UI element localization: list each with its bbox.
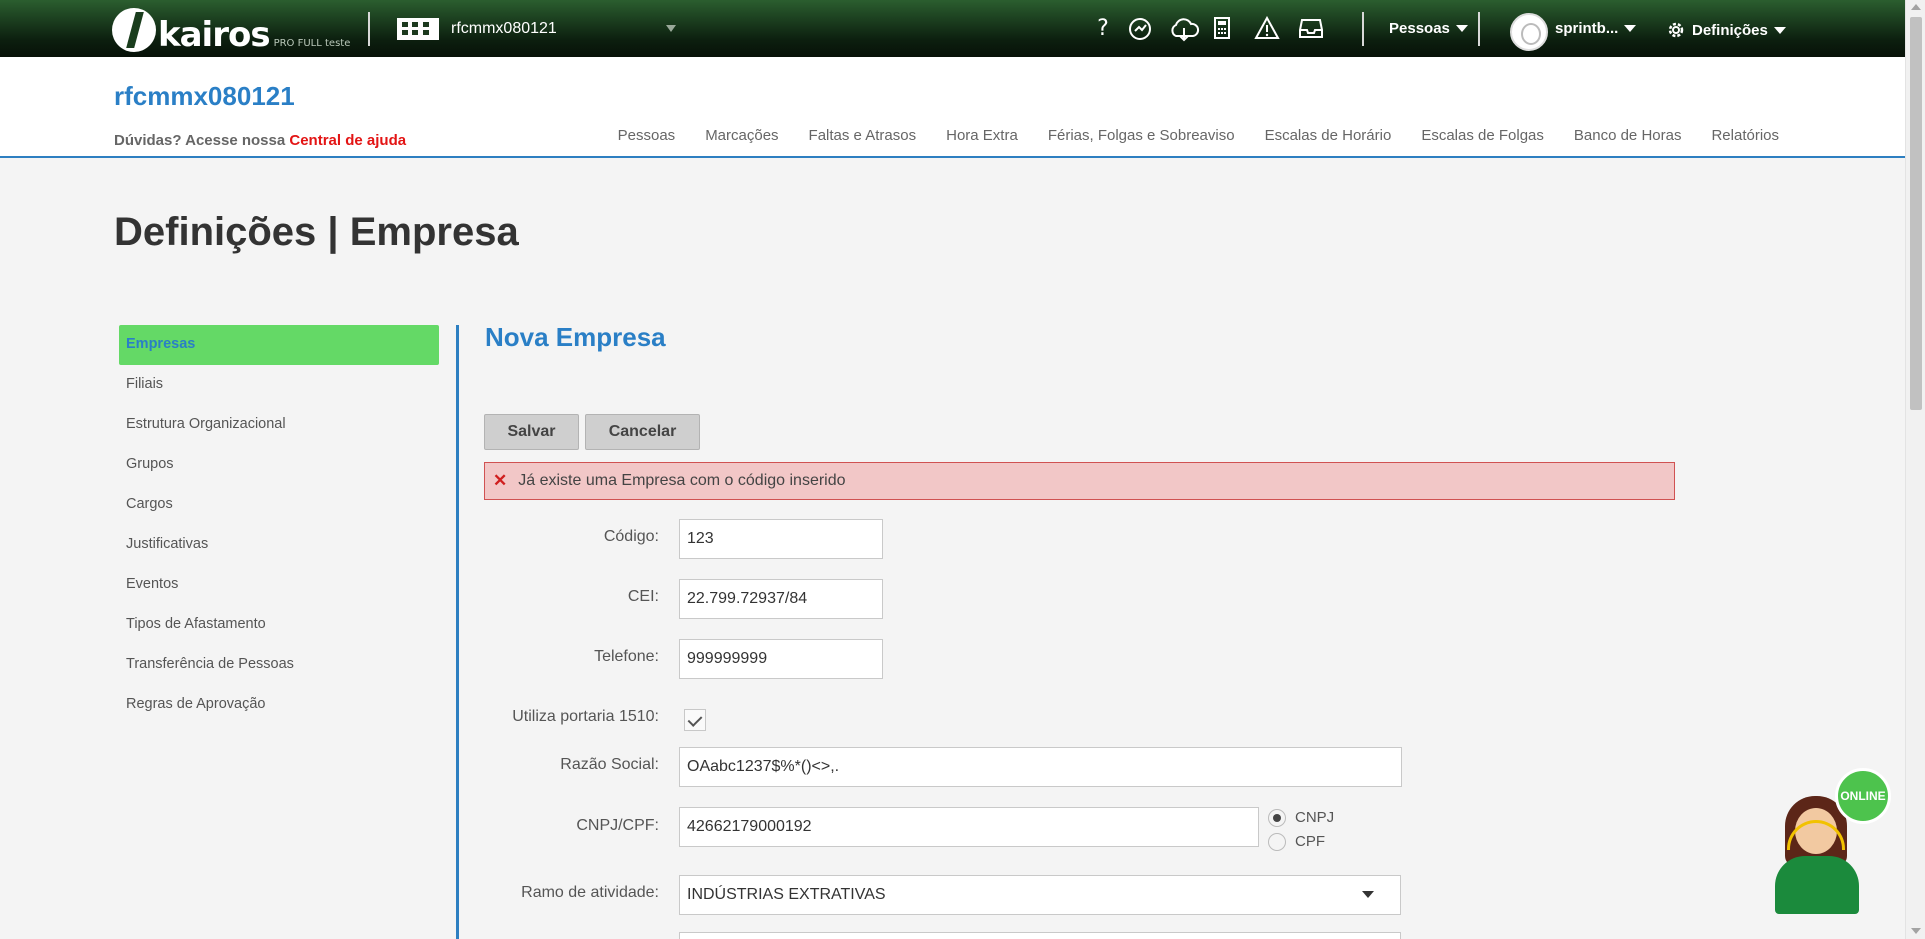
form-title: Nova Empresa [485,322,666,352]
cnpj-radio-label: CNPJ [1295,809,1335,826]
codigo-field[interactable]: 123 [679,519,883,559]
sidebar-item-estrutura-organizacional[interactable]: Estrutura Organizacional [119,405,439,445]
razao-social-label: Razão Social: [560,756,659,773]
portaria-label: Utiliza portaria 1510: [512,708,659,725]
telefone-field[interactable]: 999999999 [679,639,883,679]
topbar-separator [368,12,370,46]
help-prefix: Dúvidas? Acesse nossa [114,132,286,149]
logo-subtitle: PRO FULL teste [273,38,351,49]
online-badge: ONLINE [1835,768,1891,824]
chevron-down-icon [1773,26,1786,34]
sidebar-item-grupos[interactable]: Grupos [119,445,439,485]
nav-item-escalas-folgas[interactable]: Escalas de Folgas [1421,127,1544,144]
cnpj-cpf-label: CNPJ/CPF: [576,817,659,834]
avatar[interactable] [1510,13,1548,51]
site-header: rfcmmx080121 Dúvidas? Acesse nossa Centr… [0,57,1905,158]
logo-mark-icon [112,8,156,52]
settings-menu-label: Definições [1692,21,1768,39]
chevron-down-icon [1455,25,1468,32]
cloud-download-icon[interactable] [1168,16,1200,42]
online-chat-widget[interactable]: ONLINE [1765,768,1895,918]
topbar-separator [1362,12,1364,46]
telefone-label: Telefone: [594,648,659,665]
support-icon[interactable] [1125,16,1155,42]
warning-icon[interactable] [1252,15,1282,42]
cancel-button[interactable]: Cancelar [585,414,700,450]
page-title: Definições | Empresa [114,210,519,254]
page-scrollbar[interactable] [1905,0,1925,939]
company-dropdown-caret-icon[interactable] [666,25,676,32]
ramo-label: Ramo de atividade: [521,884,659,901]
help-center-link[interactable]: Central de ajuda [289,132,406,149]
sidebar-item-cargos[interactable]: Cargos [119,485,439,525]
sidebar-item-tipos-afastamento[interactable]: Tipos de Afastamento [119,605,439,645]
calculator-icon[interactable] [1207,16,1237,42]
inbox-icon[interactable] [1296,16,1326,42]
error-message: Já existe uma Empresa com o código inser… [518,472,846,489]
chevron-down-icon [1624,25,1637,32]
ramo-select[interactable]: INDÚSTRIAS EXTRATIVAS [679,875,1401,915]
cnpj-radio[interactable] [1268,809,1286,827]
codigo-label: Código: [603,528,659,545]
company-name: rfcmmx080121 [451,20,557,37]
user-menu[interactable]: sprintb... [1555,20,1637,37]
kairos-logo[interactable]: kairos PRO FULL teste [112,6,350,52]
main-nav: Pessoas Marcações Faltas e Atrasos Hora … [618,127,1779,144]
topbar-separator [1478,12,1480,46]
content-divider [456,325,459,939]
cpf-radio[interactable] [1268,833,1286,851]
chevron-down-icon [1362,891,1374,898]
logo-text: kairos [158,15,271,55]
agent-body [1775,856,1859,914]
gear-icon [1666,20,1686,40]
people-menu-label: Pessoas [1389,20,1450,37]
site-title[interactable]: rfcmmx080121 [114,81,295,112]
cpf-radio-label: CPF [1295,833,1325,850]
save-button[interactable]: Salvar [484,414,579,450]
people-menu[interactable]: Pessoas [1389,20,1468,37]
nav-item-banco-horas[interactable]: Banco de Horas [1574,127,1682,144]
help-icon[interactable]: ? [1088,16,1118,42]
settings-menu[interactable]: Definições [1666,20,1786,40]
nav-item-faltas-atrasos[interactable]: Faltas e Atrasos [809,127,917,144]
nav-item-escalas-horario[interactable]: Escalas de Horário [1265,127,1392,144]
nav-item-relatorios[interactable]: Relatórios [1711,127,1779,144]
error-icon: ✕ [493,471,508,490]
scroll-up-icon[interactable] [1911,4,1921,10]
portaria-checkbox[interactable] [684,709,706,731]
nav-item-ferias[interactable]: Férias, Folgas e Sobreaviso [1048,127,1235,144]
nav-item-marcacoes[interactable]: Marcações [705,127,778,144]
razao-social-field[interactable]: OAabc1237$%*()<>,. [679,747,1402,787]
scroll-down-icon[interactable] [1911,928,1921,934]
scrollbar-thumb[interactable] [1910,17,1922,410]
top-bar: kairos PRO FULL teste rfcmmx080121 ? Pes… [0,0,1905,57]
cnpj-cpf-field[interactable]: 42662179000192 [679,807,1259,847]
error-alert: ✕ Já existe uma Empresa com o código ins… [484,462,1675,500]
next-field-partial[interactable] [679,932,1401,939]
building-icon [397,18,439,40]
cei-field[interactable]: 22.799.72937/84 [679,579,883,619]
ramo-selected-value: INDÚSTRIAS EXTRATIVAS [687,886,886,903]
cei-label: CEI: [627,588,659,605]
company-selector[interactable]: rfcmmx080121 [397,18,557,40]
sidebar-item-filiais[interactable]: Filiais [119,365,439,405]
nav-item-pessoas[interactable]: Pessoas [618,127,676,144]
help-text: Dúvidas? Acesse nossa Central de ajuda [114,132,406,149]
nav-item-hora-extra[interactable]: Hora Extra [946,127,1018,144]
sidebar-item-empresas[interactable]: Empresas [119,325,439,365]
user-name: sprintb... [1555,20,1619,37]
